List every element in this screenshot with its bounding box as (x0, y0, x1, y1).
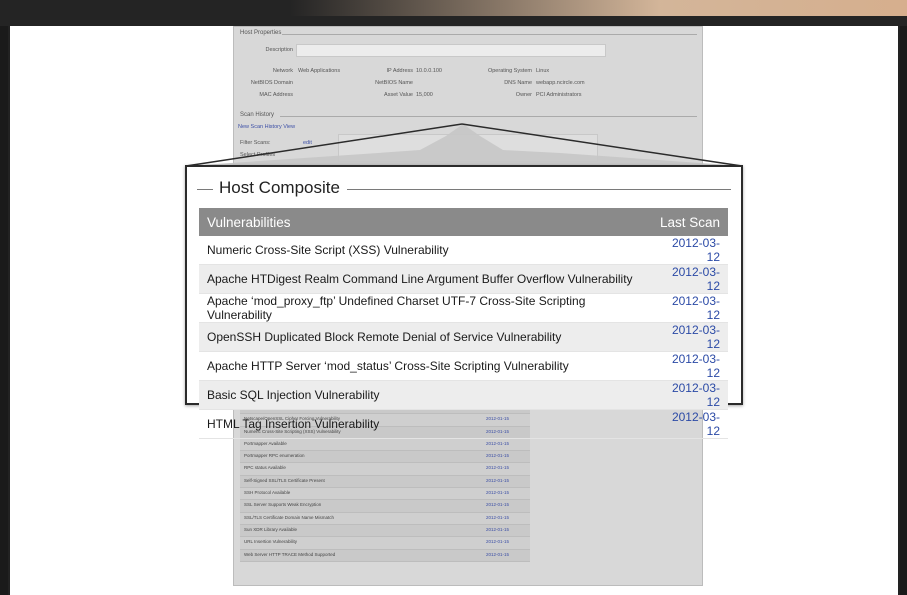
column-header-vulnerabilities[interactable]: Vulnerabilities (199, 208, 651, 236)
last-scan-date[interactable]: 2012-03-12 (650, 264, 728, 294)
last-scan-date[interactable]: 2012-03-12 (650, 322, 728, 352)
title-rule-left (197, 189, 213, 190)
title-rule-right (347, 189, 731, 190)
last-scan-date[interactable]: 2012-03-12 (650, 380, 728, 410)
column-header-last-scan[interactable]: Last Scan (650, 208, 728, 236)
last-scan-date[interactable]: 2012-03-12 (650, 236, 728, 265)
host-composite-callout: Host Composite Vulnerabilities Last Scan… (185, 165, 743, 439)
table-row[interactable]: Apache ‘mod_proxy_ftp’ Undefined Charset… (199, 293, 728, 323)
vulnerability-name: Apache HTTP Server ‘mod_status’ Cross-Si… (199, 351, 651, 381)
last-scan-date[interactable]: 2012-03-12 (650, 351, 728, 381)
table-row[interactable]: Numeric Cross-Site Script (XSS) Vulnerab… (199, 236, 728, 265)
table-row[interactable]: Apache HTDigest Realm Command Line Argum… (199, 264, 728, 294)
vulnerability-name: Apache ‘mod_proxy_ftp’ Undefined Charset… (199, 293, 651, 323)
table-row[interactable]: OpenSSH Duplicated Block Remote Denial o… (199, 322, 728, 352)
last-scan-date[interactable]: 2012-03-12 (650, 409, 728, 439)
vulnerability-name: HTML Tag Insertion Vulnerability (199, 409, 651, 439)
vulnerability-name: Numeric Cross-Site Script (XSS) Vulnerab… (199, 236, 651, 265)
table-row[interactable]: Basic SQL Injection Vulnerability 2012-03… (199, 380, 728, 410)
vulnerability-name: Basic SQL Injection Vulnerability (199, 380, 651, 410)
vulnerability-name: OpenSSH Duplicated Block Remote Denial o… (199, 322, 651, 352)
last-scan-date[interactable]: 2012-03-12 (650, 293, 728, 323)
table-header-row: Vulnerabilities Last Scan (199, 208, 728, 236)
table-row[interactable]: Apache HTTP Server ‘mod_status’ Cross-Si… (199, 351, 728, 381)
callout-title: Host Composite (219, 178, 340, 197)
callout-title-row: Host Composite (187, 177, 741, 199)
vulnerabilities-table: Vulnerabilities Last Scan Numeric Cross-… (199, 208, 728, 439)
table-row[interactable]: HTML Tag Insertion Vulnerability 2012-03-… (199, 409, 728, 439)
vulnerability-name: Apache HTDigest Realm Command Line Argum… (199, 264, 651, 294)
